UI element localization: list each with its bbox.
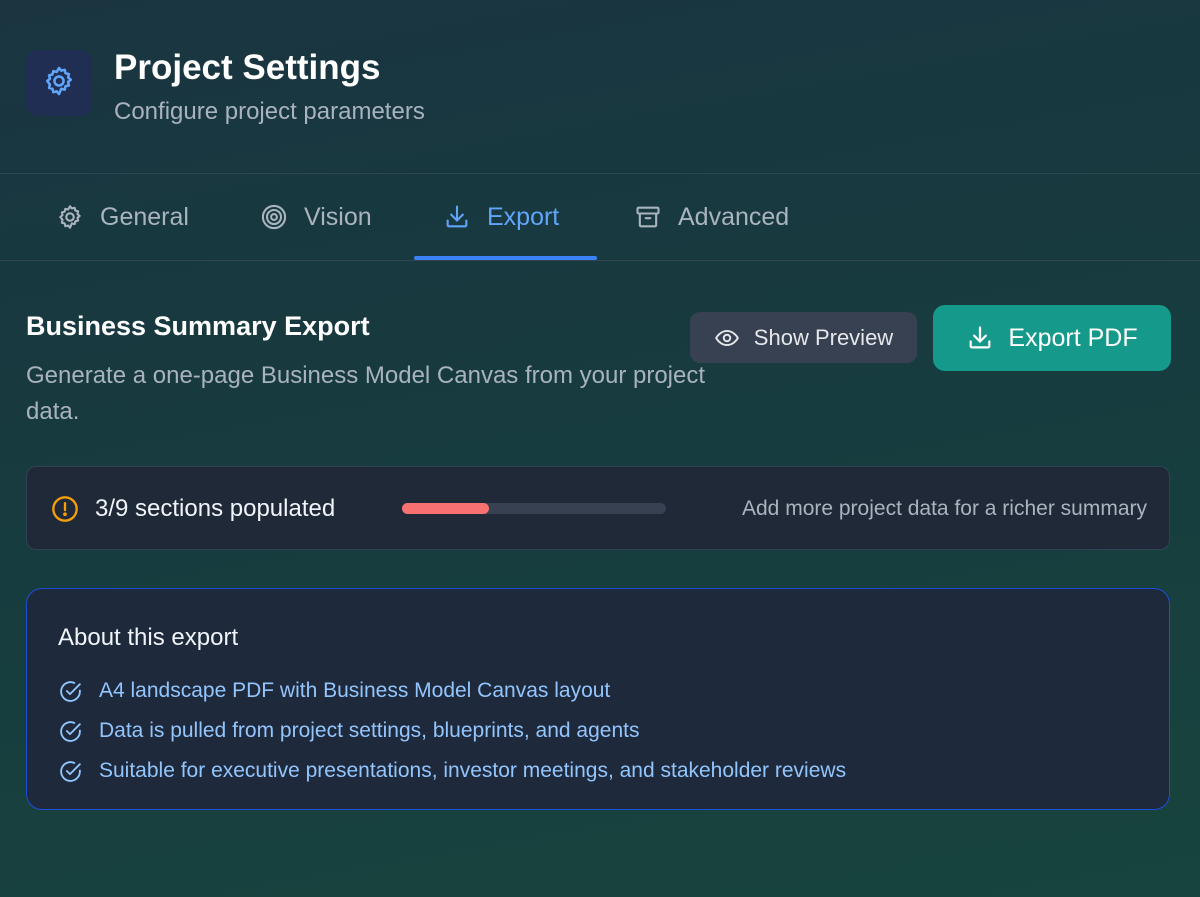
sections-status-card: 3/9 sections populated Add more project … [26, 466, 1170, 550]
page-title: Project Settings [114, 48, 381, 87]
list-item-text: Suitable for executive presentations, in… [99, 759, 847, 782]
tab-vision[interactable]: Vision [260, 174, 372, 260]
tab-advanced[interactable]: Advanced [634, 174, 789, 260]
about-export-card: About this export A4 landscape PDF with … [26, 588, 1170, 810]
gear-icon [56, 203, 84, 231]
target-icon [260, 203, 288, 231]
list-item-text: A4 landscape PDF with Business Model Can… [99, 679, 611, 702]
section-description: Generate a one-page Business Model Canva… [26, 362, 706, 425]
tab-label: General [100, 202, 189, 231]
tab-label: Vision [304, 202, 372, 231]
alert-circle-icon [51, 495, 79, 528]
check-circle-icon [58, 759, 83, 784]
page-header: Project Settings Configure project param… [26, 48, 425, 125]
list-item: A4 landscape PDF with Business Model Can… [58, 671, 846, 711]
tab-export[interactable]: Export [443, 174, 559, 260]
tab-general[interactable]: General [56, 174, 189, 260]
sections-progress-fill [402, 503, 490, 514]
section-title: Business Summary Export [26, 311, 370, 341]
tab-label: Advanced [678, 202, 790, 231]
about-list: A4 landscape PDF with Business Model Can… [58, 671, 846, 791]
about-title: About this export [58, 624, 239, 651]
tab-bar: General Vision Export Advanced [0, 173, 1200, 261]
check-circle-icon [58, 679, 83, 704]
list-item: Suitable for executive presentations, in… [58, 751, 846, 791]
download-icon [443, 203, 471, 231]
active-tab-indicator [414, 256, 597, 260]
archive-icon [634, 203, 662, 231]
export-pdf-label: Export PDF [1008, 323, 1138, 352]
sections-count: 3/9 sections populated [95, 495, 336, 522]
sections-progress-bar [402, 503, 666, 514]
export-pdf-button[interactable]: Export PDF [933, 305, 1171, 371]
check-circle-icon [58, 719, 83, 744]
status-hint: Add more project data for a richer summa… [742, 497, 1147, 520]
gear-icon [42, 64, 76, 103]
settings-badge [26, 50, 92, 116]
download-icon [966, 324, 994, 352]
show-preview-label: Show Preview [753, 324, 894, 350]
eye-icon [714, 325, 740, 351]
show-preview-button[interactable]: Show Preview [690, 312, 917, 363]
list-item: Data is pulled from project settings, bl… [58, 711, 846, 751]
page-subtitle: Configure project parameters [114, 98, 425, 125]
tab-label: Export [487, 202, 560, 231]
list-item-text: Data is pulled from project settings, bl… [99, 719, 640, 742]
